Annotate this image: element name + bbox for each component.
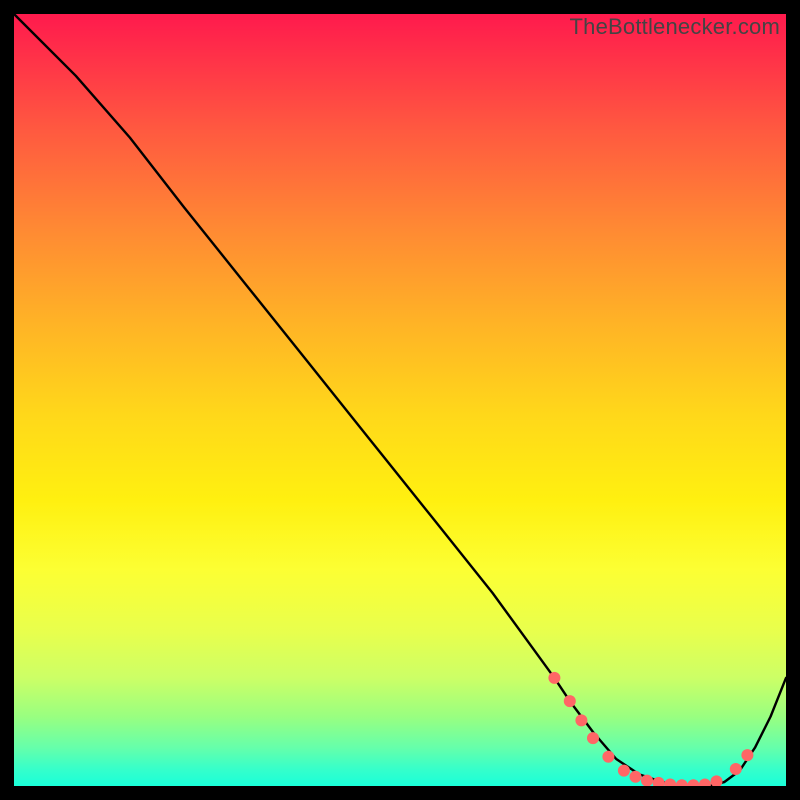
curve-marker <box>641 775 653 786</box>
bottleneck-curve-path <box>14 14 786 786</box>
curve-marker <box>548 672 560 684</box>
curve-marker <box>687 779 699 786</box>
curve-marker <box>575 714 587 726</box>
watermark-text: TheBottlenecker.com <box>570 14 780 40</box>
curve-marker <box>602 751 614 763</box>
curve-marker <box>741 749 753 761</box>
curve-marker <box>699 779 711 787</box>
bottleneck-curve-svg <box>14 14 786 786</box>
curve-markers <box>548 672 753 786</box>
chart-area: TheBottlenecker.com <box>14 14 786 786</box>
curve-marker <box>664 779 676 787</box>
curve-marker <box>618 765 630 777</box>
curve-marker <box>711 775 723 786</box>
curve-marker <box>676 779 688 786</box>
curve-marker <box>730 763 742 775</box>
curve-marker <box>653 777 665 786</box>
curve-marker <box>630 771 642 783</box>
curve-marker <box>587 732 599 744</box>
curve-marker <box>564 695 576 707</box>
